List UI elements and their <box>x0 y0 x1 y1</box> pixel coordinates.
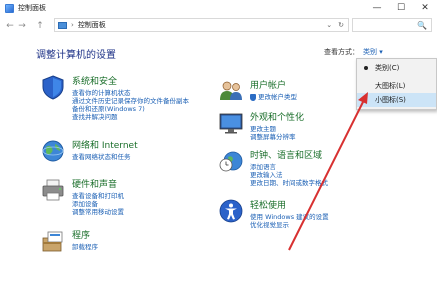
menu-item-category[interactable]: 类别(C) <box>357 61 436 75</box>
view-by-menu: 类别(C) 大图标(L) 小图标(S) <box>356 58 437 110</box>
category-link[interactable]: 优化视觉显示 <box>250 219 289 229</box>
window-controls: — ☐ ✕ <box>365 0 437 16</box>
up-button[interactable]: ↑ <box>34 19 46 33</box>
search-icon: 🔍 <box>417 20 427 30</box>
shield-icon[interactable] <box>40 74 66 100</box>
menu-item-large-icons[interactable]: 大图标(L) <box>357 79 436 93</box>
view-by-label: 查看方式： <box>324 48 359 56</box>
address-dropdown-icon[interactable]: ⌄ <box>326 21 332 29</box>
programs-icon[interactable] <box>40 228 66 254</box>
category-title[interactable]: 硬件和声音 <box>72 177 117 190</box>
uac-shield-icon <box>250 93 256 101</box>
category-title[interactable]: 外观和个性化 <box>250 110 304 123</box>
address-bar[interactable]: › 控制面板 ⌄ ↻ <box>54 18 349 32</box>
monitor-icon[interactable] <box>218 110 244 136</box>
printer-icon[interactable] <box>40 177 66 203</box>
ease-of-access-icon[interactable] <box>218 198 244 224</box>
category-title[interactable]: 系统和安全 <box>72 74 117 87</box>
users-icon[interactable] <box>218 78 244 104</box>
page-title: 调整计算机的设置 <box>36 50 116 61</box>
maximize-button[interactable]: ☐ <box>389 0 413 16</box>
clock-globe-icon[interactable] <box>218 148 244 174</box>
category-title[interactable]: 用户帐户 <box>250 78 286 91</box>
menu-item-small-icons[interactable]: 小图标(S) <box>357 93 436 107</box>
category-link[interactable]: 查找并解决问题 <box>72 111 118 121</box>
category-title[interactable]: 时钟、语言和区域 <box>250 148 322 161</box>
breadcrumb-control-panel[interactable]: 控制面板 <box>78 20 106 30</box>
category-link[interactable]: 调整屏幕分辨率 <box>250 131 296 141</box>
category-link[interactable]: 调整常用移动设置 <box>72 206 124 216</box>
window-title: 控制面板 <box>18 4 46 12</box>
category-link[interactable]: 查看网络状态和任务 <box>72 151 131 161</box>
control-panel-icon <box>5 3 14 13</box>
category-title[interactable]: 程序 <box>72 228 90 241</box>
minimize-button[interactable]: — <box>365 0 389 16</box>
category-title[interactable]: 轻松使用 <box>250 198 286 211</box>
globe-network-icon[interactable] <box>40 138 66 164</box>
forward-button[interactable]: → <box>16 19 28 33</box>
radio-checked-icon <box>364 66 368 70</box>
category-link[interactable]: 更改日期、时间或数字格式 <box>250 177 328 187</box>
back-button[interactable]: ← <box>4 19 16 33</box>
category-title[interactable]: 网络和 Internet <box>72 138 138 151</box>
close-button[interactable]: ✕ <box>413 0 437 16</box>
address-row: ← → ↑ › 控制面板 ⌄ ↻ 🔍 <box>0 16 437 36</box>
search-input[interactable]: 🔍 <box>352 18 432 32</box>
category-link[interactable]: 更改帐户类型 <box>250 91 297 101</box>
title-bar: 控制面板 — ☐ ✕ <box>0 0 437 16</box>
view-by-dropdown[interactable]: 类别 ▾ <box>363 47 383 57</box>
refresh-icon[interactable]: ↻ <box>338 21 344 29</box>
breadcrumb-separator: › <box>71 21 74 29</box>
category-link[interactable]: 卸载程序 <box>72 241 98 251</box>
folder-icon <box>58 21 67 29</box>
